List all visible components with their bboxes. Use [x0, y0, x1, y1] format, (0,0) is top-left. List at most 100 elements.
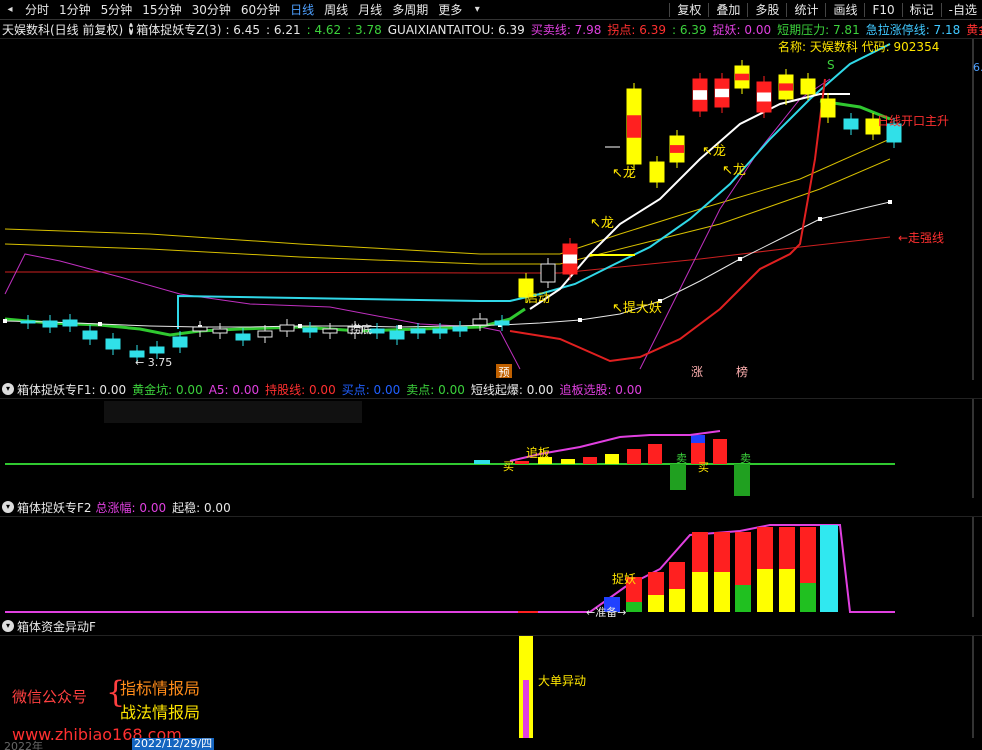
tool-button-2[interactable]: 多股 [750, 0, 784, 19]
f2-bar-lower [714, 572, 730, 612]
f1-value-3: 持股线: 0.00 [265, 382, 336, 397]
main-value-4: GUAIXIANTAITOU: 6.39 [387, 22, 525, 37]
candle-stripe [627, 115, 641, 138]
f1-buy-block [691, 435, 705, 443]
period-tab-9[interactable]: 多周期 [387, 0, 433, 19]
candle-body [82, 330, 98, 340]
f1-value-6: 短线起爆: 0.00 [470, 382, 554, 397]
candle-body [212, 328, 228, 334]
trend-dot [578, 318, 582, 322]
candle-body [540, 263, 556, 283]
watermark-line2: 战法情报局 [120, 703, 201, 722]
f1-value-5: 卖点: 0.00 [406, 382, 465, 397]
f1-sell-bar-1 [670, 464, 686, 490]
f1-value-4: 买点: 0.00 [341, 382, 401, 397]
signal-s-tag: S [827, 58, 835, 72]
tool-button-1[interactable]: 叠加 [711, 0, 745, 19]
period-tab-8[interactable]: 月线 [353, 0, 387, 19]
trend-dot [888, 200, 892, 204]
indicator-name[interactable]: 箱体捉妖专Z(3) [136, 21, 221, 38]
candle-stripe [757, 92, 771, 102]
f1-buy-label-1: 买 [503, 460, 514, 473]
f1-title[interactable]: 箱体捉妖专F1 [17, 381, 92, 398]
tool-button-6[interactable]: 标记 [905, 0, 939, 19]
f2-title[interactable]: 箱体捉妖专F2 [17, 499, 92, 516]
tool-button-4[interactable]: 画线 [828, 0, 862, 19]
f1-bar [561, 459, 575, 464]
breakout-label: 日线开口主升 [877, 114, 949, 128]
candle-body [322, 328, 338, 334]
period-tab-7[interactable]: 周线 [319, 0, 353, 19]
f1-menu-icon[interactable]: ▾ [2, 383, 14, 395]
f3-title[interactable]: 箱体资金异动F [17, 618, 96, 635]
main-value-5: 买卖线: 7.98 [530, 22, 602, 37]
main-pane-header: 天娱数科(日线 前复权) ▾ 箱体捉妖专Z(3) : 6.45: 6.21: 4… [0, 20, 982, 39]
toolbar-separator [669, 2, 671, 17]
date-cursor: 2022/12/29/四 [132, 737, 215, 750]
indicator-menu-icon[interactable]: ▾ [129, 23, 134, 35]
watermark-wechat: 微信公众号 [12, 688, 88, 706]
candle-stripe [693, 90, 707, 100]
f1-shade [104, 401, 362, 423]
tool-button-5[interactable]: F10 [867, 0, 899, 19]
f1-buy-label-2: 买 [698, 461, 709, 474]
stock-label: 天娱数科(日线 前复权) [2, 22, 124, 37]
tool-button-0[interactable]: 复权 [672, 0, 706, 19]
period-tab-10[interactable]: 更多 [433, 0, 467, 19]
more-chevron-icon[interactable]: ▾ [470, 3, 484, 17]
f1-chart[interactable]: 追板买 买卖卖 [0, 399, 982, 498]
candle-body [279, 324, 295, 332]
period-tab-1[interactable]: 1分钟 [54, 0, 96, 19]
f1-value-0: : 0.00 [91, 382, 127, 397]
candle-body [192, 326, 208, 332]
trend-dot [818, 217, 822, 221]
chase-label: 追板 [526, 445, 550, 460]
f1-bar [648, 444, 662, 464]
price-chart[interactable]: 6. 名称: 天娱数科 代码: 902354 S 日线开口主升 ←走强线 ↖龙 ↖龙 ↖龙 ↖龙… [0, 39, 982, 380]
period-tab-5[interactable]: 60分钟 [236, 0, 285, 19]
dragon-label-4: ↖龙 [590, 216, 614, 231]
low-price-label: ← 3.75 [135, 356, 172, 369]
toolbar-separator [825, 2, 827, 17]
period-tab-4[interactable]: 30分钟 [187, 0, 236, 19]
period-tabs: ◂ 分时 1分钟 5分钟 15分钟 30分钟 60分钟 日线 周线 月线 多周期 更多 ▾ [0, 0, 487, 19]
dragon-label-3: ↖龙 [722, 163, 746, 178]
dragon-label-1: ↖龙 [612, 166, 636, 181]
f3-menu-icon[interactable]: ▾ [2, 620, 14, 632]
period-tab-6[interactable]: 日线 [285, 0, 319, 19]
candle-body [20, 320, 36, 324]
f2-bar-lower [757, 569, 773, 612]
period-tab-3[interactable]: 15分钟 [137, 0, 186, 19]
f2-chart-pane[interactable]: 捉妖 ←准备→ [0, 517, 982, 617]
tool-button-3[interactable]: 统计 [789, 0, 823, 19]
f1-sell-bar-2 [734, 464, 750, 496]
toolbar-back-icon[interactable]: ◂ [3, 3, 17, 17]
trend-dot [298, 324, 302, 328]
toolbar-separator [747, 2, 749, 17]
bang-label: 榜 [736, 364, 748, 379]
period-tab-2[interactable]: 5分钟 [96, 0, 138, 19]
candle-body [62, 319, 78, 327]
stock-name-tag: 名称: 天娱数科 代码: 902354 [778, 39, 939, 54]
candle-stripe [779, 83, 793, 91]
f2-value-1: 起稳: 0.00 [172, 500, 231, 515]
main-value-1: : 6.21 [266, 22, 301, 37]
period-tab-0[interactable]: 分时 [20, 0, 54, 19]
f2-bar-lower [800, 583, 816, 612]
f1-value-7: 追板选股: 0.00 [559, 382, 643, 397]
main-chart-pane[interactable]: 6. 名称: 天娱数科 代码: 902354 S 日线开口主升 ←走强线 ↖龙 ↖龙 ↖龙 ↖龙… [0, 39, 982, 380]
candle-stripe [715, 88, 729, 98]
f2-chart[interactable]: 捉妖 ←准备→ [0, 517, 982, 617]
f1-bar [515, 461, 529, 464]
zhang-label: 涨 [691, 364, 703, 379]
f2-bar-lower [779, 569, 795, 612]
f3-pane-header: ▾ 箱体资金异动F [0, 617, 982, 636]
f1-values: : 0.00 黄金坑: 0.00 A5: 0.00 持股线: 0.00 买点: 0.00… [92, 381, 648, 398]
f2-value-0: 总涨幅: 0.00 [95, 500, 167, 515]
tool-button-7[interactable]: -自选 [944, 0, 982, 19]
f1-bar [713, 439, 727, 464]
f2-menu-icon[interactable]: ▾ [2, 501, 14, 513]
main-value-7: : 6.39 [671, 22, 707, 37]
trend-dot [398, 325, 402, 329]
f1-chart-pane[interactable]: 追板买买卖卖 [0, 399, 982, 498]
